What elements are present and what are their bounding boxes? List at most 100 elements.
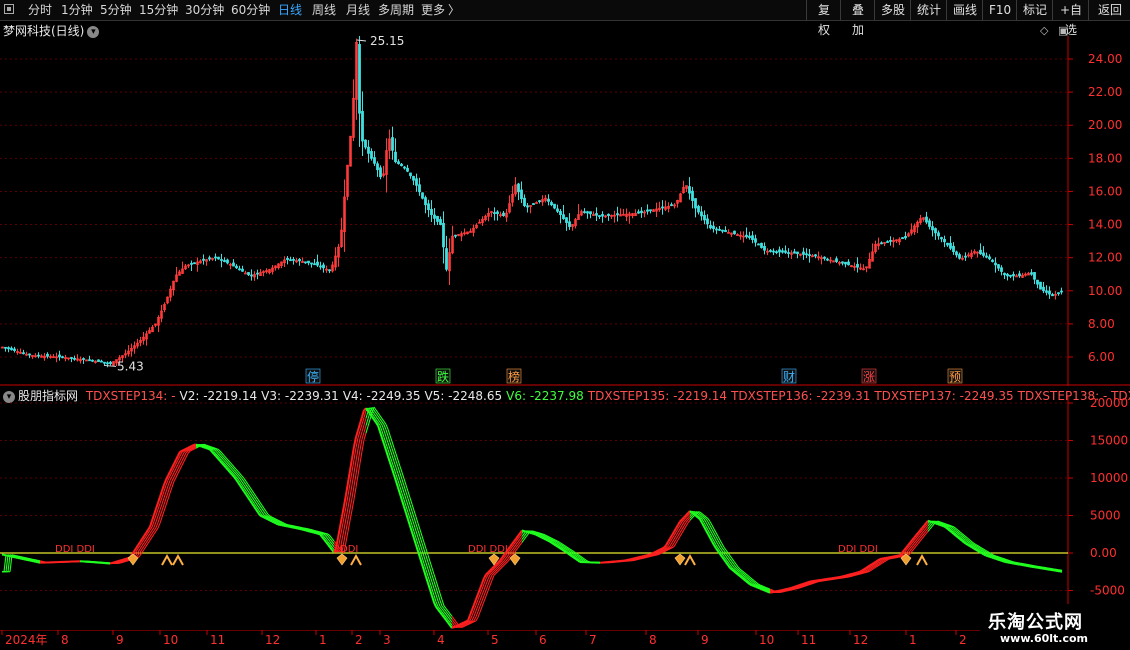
toolbar-button-6[interactable]: 标记 bbox=[1016, 0, 1053, 20]
indicator-line-segment bbox=[151, 527, 155, 531]
event-marker-text[interactable]: 跌 bbox=[437, 369, 449, 384]
candle-body bbox=[589, 211, 592, 215]
toolbar-button-0[interactable]: 复权 bbox=[806, 0, 841, 37]
indicator-line-segment bbox=[237, 481, 241, 487]
indicator-line-segment bbox=[261, 504, 265, 509]
candle-body bbox=[616, 213, 619, 216]
period-1[interactable]: 1分钟 bbox=[61, 0, 93, 20]
toolbar-button-4[interactable]: 画线 bbox=[946, 0, 983, 20]
indicator-line-segment bbox=[147, 539, 151, 544]
more-arrow-icon[interactable]: 〉 bbox=[448, 0, 460, 20]
indicator-line-segment bbox=[483, 584, 487, 590]
candle-body bbox=[796, 251, 799, 255]
indicator-line-segment bbox=[351, 499, 355, 511]
indicator-line-segment bbox=[227, 462, 231, 466]
toolbar-button-1[interactable]: 叠加 bbox=[840, 0, 875, 37]
candle-body bbox=[1003, 272, 1006, 276]
candle-body bbox=[406, 167, 409, 172]
indicator-line-segment bbox=[227, 459, 231, 463]
indicator-line-segment bbox=[483, 574, 487, 579]
candle-body bbox=[700, 211, 703, 217]
period-7[interactable]: 周线 bbox=[312, 0, 336, 20]
indicator-line-segment bbox=[445, 619, 449, 624]
indicator-line-segment bbox=[485, 579, 489, 585]
period-6[interactable]: 日线 bbox=[278, 0, 302, 20]
indicator-line-segment bbox=[441, 605, 445, 610]
indicator-line-segment bbox=[233, 471, 237, 475]
candle-body bbox=[886, 241, 889, 243]
indicator-line-segment bbox=[913, 534, 917, 539]
toolbar-button-3[interactable]: 统计 bbox=[910, 0, 947, 20]
period-2[interactable]: 5分钟 bbox=[100, 0, 132, 20]
period-4[interactable]: 30分钟 bbox=[185, 0, 224, 20]
toolbar-button-7[interactable]: +自选 bbox=[1052, 0, 1089, 37]
indicator-line-segment bbox=[351, 486, 355, 499]
indicator-line-segment bbox=[387, 442, 391, 450]
indicator-line-segment bbox=[263, 511, 267, 515]
indicator-line-segment bbox=[429, 575, 433, 583]
indicator-line-segment bbox=[475, 593, 479, 600]
indicator-line-segment bbox=[681, 521, 685, 526]
indicator-line-segment bbox=[435, 580, 439, 588]
indicator-line-segment bbox=[403, 485, 407, 493]
period-10[interactable]: 更多 bbox=[421, 0, 445, 20]
period-0[interactable]: 分时 bbox=[28, 0, 52, 20]
indicator-line-segment bbox=[393, 454, 397, 461]
candle-body bbox=[1033, 272, 1036, 280]
indicator-line-segment bbox=[265, 510, 269, 515]
event-marker-text[interactable]: 预 bbox=[949, 370, 961, 384]
candlestick-chart[interactable]: 24.00 22.00 20.00 18.00 16.00 14.00 12.00 10.00… bbox=[0, 36, 1130, 386]
indicator-line-segment bbox=[351, 472, 355, 485]
indicator-line-segment bbox=[681, 525, 685, 530]
indicator-line-segment bbox=[397, 466, 401, 474]
indicator-line-segment bbox=[119, 562, 123, 564]
indicator-line-segment bbox=[251, 502, 255, 508]
event-marker-text[interactable]: 停 bbox=[307, 369, 319, 384]
indicator-line-segment bbox=[511, 540, 515, 545]
candle-body bbox=[244, 272, 247, 275]
period-8[interactable]: 月线 bbox=[346, 0, 370, 20]
period-5[interactable]: 60分钟 bbox=[231, 0, 270, 20]
event-marker-text[interactable]: 财 bbox=[783, 370, 795, 384]
candle-body bbox=[847, 261, 850, 266]
indicator-line-segment bbox=[255, 508, 259, 514]
indicator-line-segment bbox=[501, 554, 505, 559]
indicator-line-segment bbox=[849, 575, 853, 578]
indicator-line-segment bbox=[143, 542, 147, 547]
indicator-line-segment bbox=[485, 571, 489, 576]
indicator-line-segment bbox=[177, 451, 181, 457]
indicator-line-segment bbox=[431, 567, 435, 575]
indicator-line-segment bbox=[179, 449, 183, 453]
candle-body bbox=[208, 257, 211, 260]
toolbar-button-5[interactable]: F10 bbox=[982, 0, 1017, 20]
indicator-line-segment bbox=[145, 543, 149, 547]
event-marker-text[interactable]: 涨 bbox=[863, 369, 875, 384]
candle-body bbox=[1048, 290, 1051, 295]
period-3[interactable]: 15分钟 bbox=[139, 0, 178, 20]
candle-body bbox=[775, 251, 778, 254]
indicator-line-segment bbox=[415, 544, 419, 552]
indicator-line-segment bbox=[485, 590, 489, 597]
indicator-line-segment bbox=[433, 588, 437, 595]
period-9[interactable]: 多周期 bbox=[378, 0, 414, 20]
indicator-chart[interactable]: 20000 15000 10000 5000 0.00 -5000 DDI DDI DDI DD… bbox=[0, 396, 1130, 631]
indicator-line-segment bbox=[391, 448, 395, 455]
indicator-line-segment bbox=[497, 566, 501, 570]
indicator-line-segment bbox=[857, 573, 861, 576]
candle-body bbox=[646, 209, 649, 212]
indicator-line-segment bbox=[237, 473, 241, 477]
window-menu-icon[interactable] bbox=[4, 4, 14, 14]
indicator-line-segment bbox=[249, 493, 253, 498]
candle-body bbox=[538, 200, 541, 203]
candle-body bbox=[712, 225, 715, 230]
candle-body bbox=[46, 353, 49, 357]
indicator-line-segment bbox=[233, 468, 237, 472]
indicator-line-segment bbox=[239, 473, 243, 477]
indicator-line-segment bbox=[245, 493, 249, 499]
candle-body bbox=[82, 358, 85, 360]
event-marker-text[interactable]: 榜 bbox=[508, 369, 520, 384]
toolbar-button-2[interactable]: 多股 bbox=[874, 0, 911, 20]
indicator-line-segment bbox=[671, 538, 675, 543]
indicator-line-segment bbox=[481, 595, 485, 602]
toolbar-button-8[interactable]: 返回 bbox=[1088, 0, 1130, 20]
